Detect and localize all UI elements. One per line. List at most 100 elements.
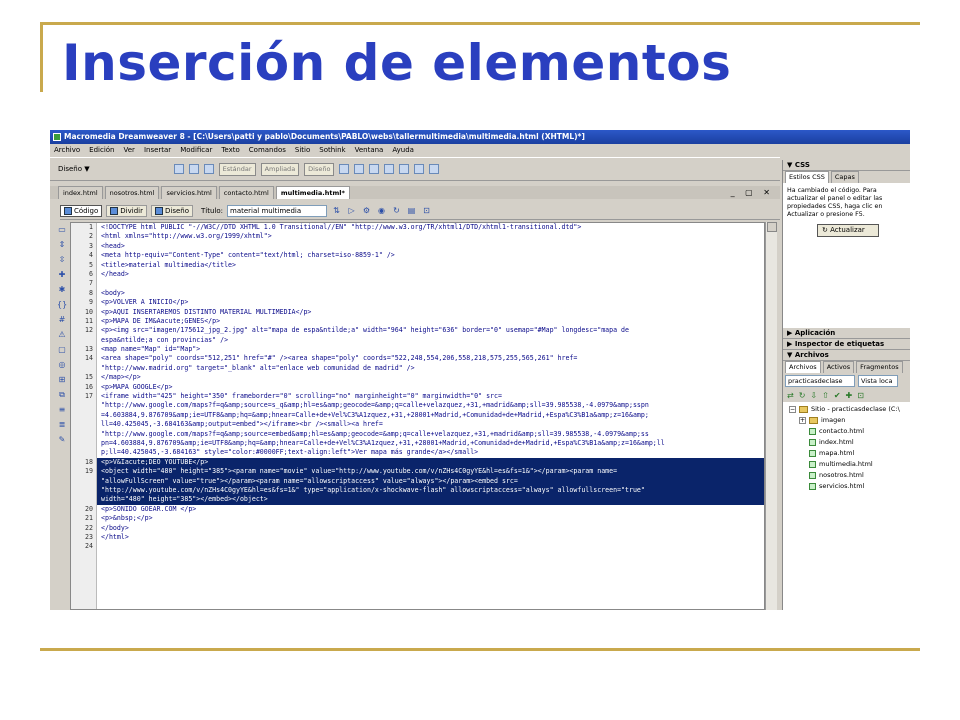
- code-line[interactable]: 6 </head>: [71, 270, 764, 279]
- tab-contacto[interactable]: contacto.html: [218, 186, 274, 199]
- menu-item[interactable]: Comandos: [249, 144, 286, 156]
- site-root[interactable]: − Sitio - practicasdeclase (C:\: [789, 404, 909, 415]
- view-options-icon[interactable]: ▤: [406, 206, 417, 216]
- layer-icon[interactable]: [339, 164, 350, 174]
- css-panel-header[interactable]: ▼ CSS: [783, 160, 910, 171]
- code-line[interactable]: espa&ntilde;a con provincias" />: [71, 336, 764, 345]
- collapse-selection-icon[interactable]: ⇳: [57, 255, 67, 265]
- tab-layers[interactable]: Capas: [830, 171, 859, 183]
- code-line[interactable]: 7: [71, 279, 764, 288]
- code-line[interactable]: 22 </body>: [71, 524, 764, 533]
- table-icon[interactable]: [173, 164, 184, 174]
- visual-aids-icon[interactable]: ⊡: [421, 206, 432, 216]
- browser-check-icon[interactable]: ◉: [376, 206, 387, 216]
- code-line[interactable]: "http://www.google.com/maps?f=q&amp;sour…: [71, 430, 764, 439]
- site-select[interactable]: practicasdeclase: [785, 375, 855, 387]
- code-line[interactable]: 14 <area shape="poly" coords="512,251" hr…: [71, 354, 764, 363]
- code-line[interactable]: 13 <map name="Map" id="Map">: [71, 345, 764, 354]
- menu-item[interactable]: Ayuda: [392, 144, 414, 156]
- apply-comment-icon[interactable]: ▢: [57, 345, 67, 355]
- menu-item[interactable]: Modificar: [180, 144, 212, 156]
- code-line[interactable]: 11 <p>MAPA DE IM&Aacute;GENES</p>: [71, 317, 764, 326]
- page-title-input[interactable]: material multimedia: [227, 204, 328, 217]
- tab-snippets[interactable]: Fragmentos: [856, 361, 903, 373]
- menu-item[interactable]: Insertar: [144, 144, 171, 156]
- menu-item[interactable]: Sothink: [319, 144, 345, 156]
- refresh-icon[interactable]: ↻: [391, 206, 402, 216]
- code-line[interactable]: width="480" height="385"></embed></objec…: [71, 495, 764, 505]
- recent-snippets-icon[interactable]: ⧉: [57, 390, 67, 400]
- code-line[interactable]: 16 <p>MAPA GOOGLE</p>: [71, 383, 764, 392]
- expanded-button[interactable]: Ampliada: [260, 162, 300, 176]
- remove-comment-icon[interactable]: ◎: [57, 360, 67, 370]
- code-line[interactable]: 19 <object width="480" height="385"><para…: [71, 467, 764, 477]
- tab-css-styles[interactable]: Estilos CSS: [785, 171, 829, 183]
- menu-item[interactable]: Edición: [89, 144, 114, 156]
- update-button[interactable]: ↻ Actualizar: [817, 224, 879, 237]
- tab-multimedia[interactable]: multimedia.html*: [275, 186, 350, 199]
- menu-item[interactable]: Texto: [221, 144, 239, 156]
- code-line[interactable]: 23 </html>: [71, 533, 764, 542]
- wrap-tag-icon[interactable]: ⊞: [57, 375, 67, 385]
- code-line[interactable]: =4.603884,9.876709&amp;ie=UTF8&amp;hq=&a…: [71, 411, 764, 420]
- get-files-icon[interactable]: ⇩: [810, 391, 817, 400]
- code-line[interactable]: "http://www.madrid.org" target="_blank" …: [71, 364, 764, 373]
- code-line[interactable]: 3 <head>: [71, 242, 764, 251]
- menu-item[interactable]: Sitio: [295, 144, 310, 156]
- frames-icon[interactable]: [414, 164, 425, 174]
- menu-item[interactable]: Archivo: [54, 144, 80, 156]
- tag-inspector-header[interactable]: ▶ Inspector de etiquetas: [783, 339, 910, 350]
- code-view-button[interactable]: Código: [60, 204, 103, 217]
- file-item[interactable]: contacto.html: [789, 426, 909, 437]
- code-line[interactable]: 24: [71, 542, 764, 551]
- layout-button[interactable]: Diseño: [304, 162, 335, 176]
- file-item[interactable]: mapa.html: [789, 448, 909, 459]
- indent-icon[interactable]: ≡: [57, 405, 67, 415]
- refresh-files-icon[interactable]: ↻: [799, 391, 806, 400]
- design-view-button[interactable]: Diseño: [151, 204, 194, 217]
- highlight-invalid-icon[interactable]: ⚠: [57, 330, 67, 340]
- file-item[interactable]: index.html: [789, 437, 909, 448]
- tab-nosotros[interactable]: nosotros.html: [104, 186, 160, 199]
- debug-icon[interactable]: ⚙: [361, 206, 372, 216]
- check-out-icon[interactable]: ✔: [834, 391, 841, 400]
- scroll-thumb[interactable]: [767, 222, 777, 232]
- cell-icon[interactable]: [369, 164, 380, 174]
- put-files-icon[interactable]: ⇧: [822, 391, 829, 400]
- tab-index[interactable]: index.html: [58, 186, 103, 199]
- tab-assets[interactable]: Activos: [822, 361, 855, 373]
- format-source-icon[interactable]: ✎: [57, 435, 67, 445]
- check-in-icon[interactable]: ✚: [846, 391, 853, 400]
- select-parent-tag-icon[interactable]: ✱: [57, 285, 67, 295]
- code-line[interactable]: 10 <p>AQUI INSERTAREMOS DISTINTO MATERIAL…: [71, 308, 764, 317]
- outdent-icon[interactable]: ≣: [57, 420, 67, 430]
- menu-item[interactable]: Ventana: [355, 144, 384, 156]
- line-numbers-icon[interactable]: #: [57, 315, 67, 325]
- document-window-controls[interactable]: _ ▢ ✕: [731, 186, 774, 199]
- file-management-icon[interactable]: ⇅: [331, 206, 342, 216]
- code-scrollbar[interactable]: [765, 222, 777, 610]
- more-icon[interactable]: [429, 164, 440, 174]
- file-item[interactable]: multimedia.html: [789, 459, 909, 470]
- code-line[interactable]: p;ll=40.425045,-3.684163" style="color:#…: [71, 448, 764, 457]
- view-select[interactable]: Vista loca: [858, 375, 898, 387]
- workspace-selector[interactable]: Diseño ▼: [54, 165, 94, 173]
- code-line[interactable]: 12 <p><img src="imagen/175612_jpg_2.jpg" …: [71, 326, 764, 335]
- row-icon[interactable]: [384, 164, 395, 174]
- code-line[interactable]: 8 <body>: [71, 289, 764, 298]
- layout-icon[interactable]: [188, 164, 199, 174]
- code-line[interactable]: 18 <p>V&Iacute;DEO YOUTUBE</p>: [71, 457, 764, 468]
- menu-item[interactable]: Ver: [124, 144, 135, 156]
- expand-all-icon[interactable]: ✚: [57, 270, 67, 280]
- files-panel-header[interactable]: ▼ Archivos: [783, 350, 910, 361]
- connect-icon[interactable]: ⇄: [787, 391, 794, 400]
- code-line[interactable]: 1 <!DOCTYPE html PUBLIC "-//W3C//DTD XHTM…: [71, 223, 764, 232]
- open-documents-icon[interactable]: ▭: [57, 225, 67, 235]
- grid-icon[interactable]: [354, 164, 365, 174]
- collapse-icon[interactable]: −: [789, 406, 796, 413]
- split-view-button[interactable]: Dividir: [106, 204, 147, 217]
- tab-servicios[interactable]: servicios.html: [161, 186, 217, 199]
- tab-files[interactable]: Archivos: [785, 361, 821, 373]
- collapse-tag-icon[interactable]: ⇕: [57, 240, 67, 250]
- code-line[interactable]: 21 <p>&nbsp;</p>: [71, 514, 764, 523]
